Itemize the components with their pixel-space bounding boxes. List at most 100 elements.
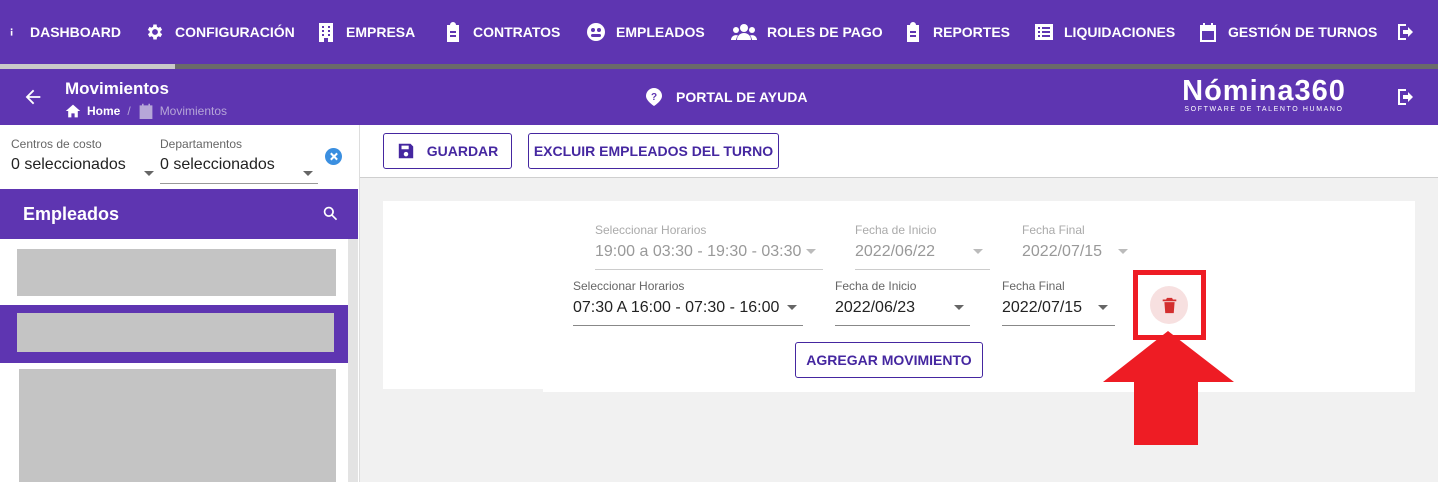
breadcrumb: Home / Movimientos — [65, 103, 227, 119]
nav-item-dashboard[interactable]: DASHBOARD — [10, 0, 121, 64]
brand-tagline: SOFTWARE DE TALENTO HUMANO — [1184, 106, 1344, 113]
chevron-down-icon — [144, 171, 154, 176]
chevron-down-icon — [1118, 249, 1128, 254]
end-date-label: Fecha Final — [1022, 223, 1085, 237]
cost-center-label: Centros de costo — [11, 137, 102, 151]
employee-list-item-selected[interactable] — [0, 305, 358, 363]
brand-logo: Nómina360 SOFTWARE DE TALENTO HUMANO — [1174, 75, 1354, 113]
nav-item-empresa[interactable]: EMPRESA — [316, 0, 415, 64]
start-date-label: Fecha de Inicio — [835, 279, 917, 293]
page-header: Movimientos Home / Movimientos ? PORTAL … — [0, 69, 1438, 125]
start-date-value: 2022/06/23 — [835, 299, 916, 316]
help-portal-link[interactable]: ? PORTAL DE AYUDA — [644, 87, 807, 107]
annotation-arrow — [1103, 331, 1234, 445]
nav-item-label: DASHBOARD — [30, 24, 121, 40]
start-date-row-2[interactable]: Fecha de Inicio 2022/06/23 — [835, 279, 970, 326]
employee-list-item-content — [17, 313, 334, 352]
building-icon — [319, 23, 333, 42]
nav-item-label: EMPLEADOS — [616, 24, 705, 40]
schedule-select-row-1: Seleccionar Horarios 19:00 a 03:30 - 19:… — [595, 223, 823, 270]
start-date-value: 2022/06/22 — [855, 243, 936, 260]
cost-center-value: 0 seleccionados — [11, 156, 126, 173]
annotation-highlight-box — [1133, 270, 1206, 340]
help-portal-label: PORTAL DE AYUDA — [676, 89, 808, 105]
employee-panel: Centros de costo 0 seleccionados Departa… — [0, 125, 360, 482]
breadcrumb-current-label: Movimientos — [159, 104, 228, 118]
users-cog-icon — [587, 23, 605, 41]
chevron-down-icon — [806, 249, 816, 254]
department-value: 0 seleccionados — [160, 156, 275, 173]
schedule-value: 07:30 A 16:00 - 07:30 - 16:00 — [573, 299, 780, 316]
nav-item-reportes[interactable]: REPORTES — [903, 0, 1010, 64]
clear-filters-icon[interactable] — [325, 148, 342, 165]
field-underline — [573, 325, 803, 326]
clipboard-icon — [907, 22, 919, 42]
nav-item-contratos[interactable]: CONTRATOS — [443, 0, 560, 64]
chevron-down-icon — [954, 305, 964, 310]
nav-item-label: EMPRESA — [346, 24, 416, 40]
end-date-row-2[interactable]: Fecha Final 2022/07/15 — [1002, 279, 1115, 326]
chevron-down-icon — [787, 305, 797, 310]
movements-card-footer — [543, 389, 1415, 392]
department-label: Departamentos — [160, 137, 243, 151]
breadcrumb-current: Movimientos — [138, 103, 227, 119]
arrow-left-icon — [25, 89, 41, 105]
save-button[interactable]: GUARDAR — [383, 133, 512, 169]
exclude-employees-label: EXCLUIR EMPLEADOS DEL TURNO — [533, 143, 774, 159]
delete-movement-button[interactable] — [1150, 286, 1188, 324]
schedule-label: Seleccionar Horarios — [573, 279, 685, 293]
field-underline — [1002, 325, 1115, 326]
employee-list-scrollbar[interactable] — [348, 239, 358, 482]
calendar-icon — [1200, 23, 1216, 42]
employee-list-item[interactable] — [19, 369, 336, 482]
schedule-label: Seleccionar Horarios — [595, 223, 707, 237]
chevron-down-icon — [973, 249, 983, 254]
cost-center-select[interactable]: Centros de costo 0 seleccionados — [11, 137, 154, 176]
logout-button[interactable] — [1396, 0, 1426, 64]
top-navigation: DASHBOARD CONFIGURACIÓN EMPRESA CONTRATO… — [0, 0, 1438, 64]
nav-item-label: LIQUIDACIONES — [1064, 24, 1176, 40]
action-toolbar: GUARDAR EXCLUIR EMPLEADOS DEL TURNO — [360, 125, 1438, 178]
logout-icon — [1398, 24, 1413, 40]
calendar-icon — [139, 103, 153, 119]
list-icon — [1035, 24, 1053, 40]
employee-search-button[interactable] — [322, 205, 339, 227]
schedule-select-row-2[interactable]: Seleccionar Horarios 07:30 A 16:00 - 07:… — [573, 279, 803, 326]
breadcrumb-home[interactable]: Home — [87, 104, 120, 118]
nav-item-label: CONTRATOS — [473, 24, 561, 40]
page-title: Movimientos — [65, 79, 169, 98]
employee-list-item[interactable] — [17, 249, 336, 296]
nav-item-gestion-de-turnos[interactable]: GESTIÓN DE TURNOS — [1198, 0, 1377, 64]
employees-title: Empleados — [23, 204, 120, 224]
nav-item-label: GESTIÓN DE TURNOS — [1228, 24, 1378, 40]
end-date-label: Fecha Final — [1002, 279, 1065, 293]
field-underline — [835, 325, 970, 326]
nav-item-label: ROLES DE PAGO — [767, 24, 883, 40]
schedule-value: 19:00 a 03:30 - 19:30 - 03:30 — [595, 243, 802, 260]
start-date-row-1: Fecha de Inicio 2022/06/22 — [855, 223, 990, 270]
nav-item-label: CONFIGURACIÓN — [175, 24, 295, 40]
exclude-employees-button[interactable]: EXCLUIR EMPLEADOS DEL TURNO — [528, 133, 779, 169]
nav-item-label: REPORTES — [933, 24, 1011, 40]
department-select[interactable]: Departamentos 0 seleccionados — [160, 137, 318, 184]
logout-button-secondary[interactable] — [1396, 87, 1416, 112]
chevron-down-icon — [1098, 305, 1108, 310]
select-underline — [160, 183, 318, 184]
chevron-down-icon — [303, 171, 313, 176]
info-icon — [10, 28, 13, 36]
breadcrumb-separator: / — [127, 104, 131, 118]
employees-header: Empleados — [0, 189, 358, 239]
brand-name: Nómina360 — [1182, 75, 1346, 107]
nav-item-configuracion[interactable]: CONFIGURACIÓN — [145, 0, 295, 64]
back-button[interactable] — [22, 86, 44, 108]
clipboard-icon — [447, 22, 459, 42]
nav-item-empleados[interactable]: EMPLEADOS — [586, 0, 705, 64]
nav-item-liquidaciones[interactable]: LIQUIDACIONES — [1034, 0, 1175, 64]
field-underline — [595, 269, 823, 270]
nav-item-roles-de-pago[interactable]: ROLES DE PAGO — [731, 0, 883, 64]
start-date-label: Fecha de Inicio — [855, 223, 937, 237]
end-date-row-1: Fecha Final 2022/07/15 — [1022, 223, 1134, 261]
svg-text:?: ? — [651, 92, 657, 103]
add-movement-button[interactable]: AGREGAR MOVIMIENTO — [795, 342, 983, 378]
group-icon — [731, 24, 757, 40]
